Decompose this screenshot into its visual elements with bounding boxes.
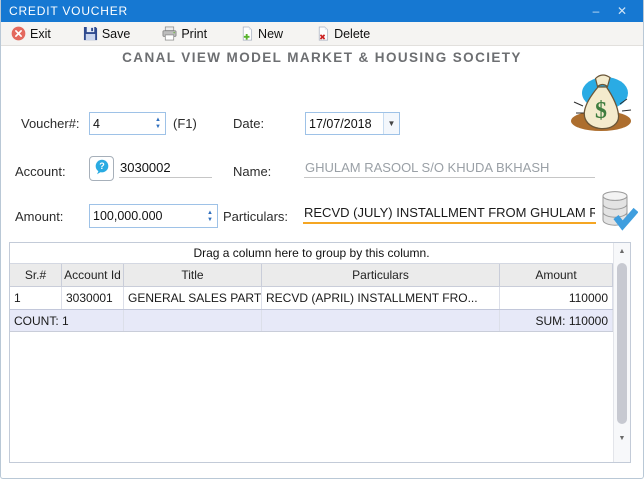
voucher-label: Voucher#: xyxy=(21,116,80,131)
date-input[interactable] xyxy=(306,113,383,134)
account-lookup-button[interactable]: ? xyxy=(89,156,114,181)
save-icon xyxy=(83,26,98,41)
toolbar: Exit Save Print New Delete xyxy=(1,22,643,46)
cell-account-id: 3030001 xyxy=(62,287,124,309)
voucher-number-input[interactable] xyxy=(90,113,151,134)
new-icon xyxy=(239,26,254,41)
footer-count: COUNT: 1 xyxy=(10,310,124,331)
group-by-bar[interactable]: Drag a column here to group by this colu… xyxy=(10,243,613,264)
column-header-title[interactable]: Title xyxy=(124,264,262,286)
cell-title: GENERAL SALES PARTIES xyxy=(124,287,262,309)
amount-input[interactable] xyxy=(90,205,203,227)
particulars-label: Particulars: xyxy=(223,209,288,224)
titlebar: CREDIT VOUCHER – ✕ xyxy=(1,0,643,22)
particulars-field[interactable] xyxy=(303,203,596,224)
exit-button[interactable]: Exit xyxy=(7,25,55,42)
column-header-sr[interactable]: Sr.# xyxy=(10,264,62,286)
voucher-spinner: ▲ ▼ xyxy=(151,113,165,134)
grid-scrollbar[interactable]: ▲ ▼ xyxy=(613,243,630,462)
close-icon[interactable]: ✕ xyxy=(609,0,635,22)
save-label: Save xyxy=(102,27,131,41)
database-check-icon xyxy=(600,189,638,231)
exit-icon xyxy=(11,26,26,41)
new-label: New xyxy=(258,27,283,41)
column-header-account-id[interactable]: Account Id xyxy=(62,264,124,286)
voucher-number-stepper: ▲ ▼ xyxy=(89,112,166,135)
voucher-grid: Drag a column here to group by this colu… xyxy=(9,242,631,463)
credit-voucher-window: CREDIT VOUCHER – ✕ Exit Save Print New D… xyxy=(0,0,644,479)
grid-header-row: Sr.# Account Id Title Particulars Amount xyxy=(10,264,613,287)
svg-text:?: ? xyxy=(99,161,105,171)
footer-spacer xyxy=(262,310,500,331)
print-button[interactable]: Print xyxy=(158,25,211,42)
cell-sr: 1 xyxy=(10,287,62,309)
scroll-down-icon[interactable]: ▼ xyxy=(614,430,630,446)
column-header-amount[interactable]: Amount xyxy=(500,264,613,286)
window-title: CREDIT VOUCHER xyxy=(9,4,583,18)
help-bubble-icon: ? xyxy=(93,158,111,179)
exit-label: Exit xyxy=(30,27,51,41)
table-row[interactable]: 1 3030001 GENERAL SALES PARTIES RECVD (A… xyxy=(10,287,613,310)
minimize-icon[interactable]: – xyxy=(583,0,609,22)
print-icon xyxy=(162,26,177,41)
spin-up-icon[interactable]: ▲ xyxy=(155,117,161,123)
grid-content: Drag a column here to group by this colu… xyxy=(10,243,613,462)
save-button[interactable]: Save xyxy=(79,25,135,42)
account-label: Account: xyxy=(15,164,66,179)
amount-stepper: ▲ ▼ xyxy=(89,204,218,228)
grid-footer-row: COUNT: 1 SUM: 110000 xyxy=(10,310,613,332)
spin-down-icon[interactable]: ▼ xyxy=(207,217,213,223)
amount-label: Amount: xyxy=(15,209,63,224)
spin-up-icon[interactable]: ▲ xyxy=(207,210,213,216)
voucher-f1-hint: (F1) xyxy=(173,116,197,131)
cell-particulars: RECVD (APRIL) INSTALLMENT FRO... xyxy=(262,287,500,309)
date-picker: ▼ xyxy=(305,112,400,135)
svg-text:$: $ xyxy=(595,98,607,124)
scrollbar-thumb[interactable] xyxy=(617,263,627,424)
page-title: CANAL VIEW MODEL MARKET & HOUSING SOCIET… xyxy=(1,50,643,65)
scroll-up-icon[interactable]: ▲ xyxy=(614,243,630,259)
column-header-particulars[interactable]: Particulars xyxy=(262,264,500,286)
account-name-field[interactable] xyxy=(304,158,595,178)
name-label: Name: xyxy=(233,164,271,179)
new-button[interactable]: New xyxy=(235,25,287,42)
footer-spacer xyxy=(124,310,262,331)
money-bag-icon: $ xyxy=(567,70,637,140)
amount-spinner: ▲ ▼ xyxy=(203,205,217,227)
footer-sum: SUM: 110000 xyxy=(500,310,613,331)
date-dropdown-icon[interactable]: ▼ xyxy=(383,113,399,134)
delete-button[interactable]: Delete xyxy=(311,25,374,42)
cell-amount: 110000 xyxy=(500,287,613,309)
spin-down-icon[interactable]: ▼ xyxy=(155,124,161,130)
print-label: Print xyxy=(181,27,207,41)
account-id-field[interactable] xyxy=(119,158,212,178)
date-label: Date: xyxy=(233,116,264,131)
delete-icon xyxy=(315,26,330,41)
delete-label: Delete xyxy=(334,27,370,41)
